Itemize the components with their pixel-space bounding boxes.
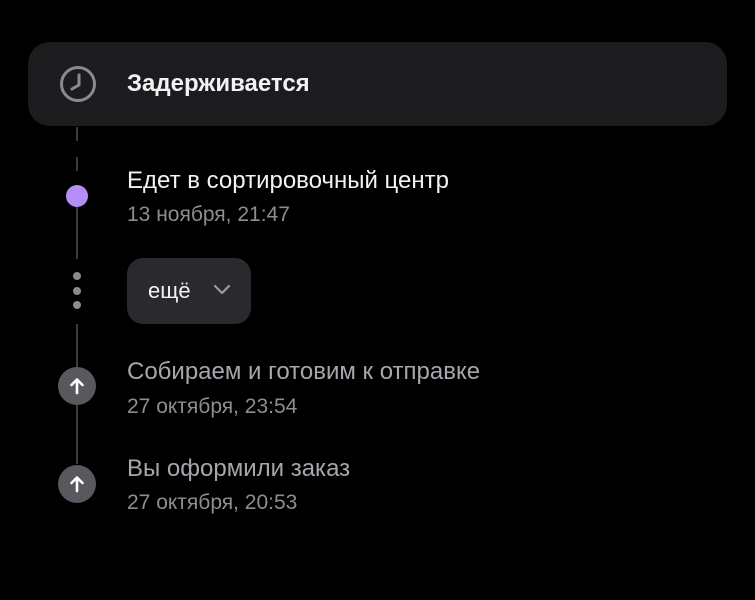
collapsed-dot — [73, 301, 81, 309]
chevron-down-icon — [213, 284, 231, 295]
event-title: Вы оформили заказ — [127, 455, 351, 482]
status-title: Задерживается — [127, 70, 310, 97]
timeline-line — [76, 404, 78, 464]
clock-icon — [60, 66, 96, 102]
timeline-line — [76, 207, 78, 259]
arrow-up-icon — [58, 465, 96, 503]
show-more-button[interactable]: ещё — [127, 258, 251, 324]
timeline-dash — [76, 157, 78, 171]
arrow-up-icon — [58, 367, 96, 405]
timeline-dash — [76, 127, 78, 141]
event-title: Собираем и готовим к отправке — [127, 358, 481, 385]
event-date: 27 октября, 23:54 — [127, 395, 298, 418]
status-card: Задерживается — [28, 42, 727, 126]
event-date: 13 ноября, 21:47 — [127, 203, 290, 226]
event-title: Едет в сортировочный центр — [127, 167, 449, 194]
event-date: 27 октября, 20:53 — [127, 491, 298, 514]
collapsed-dot — [73, 287, 81, 295]
timeline-line — [76, 324, 78, 368]
show-more-label: ещё — [148, 278, 191, 303]
collapsed-dot — [73, 272, 81, 280]
current-status-dot — [66, 185, 88, 207]
